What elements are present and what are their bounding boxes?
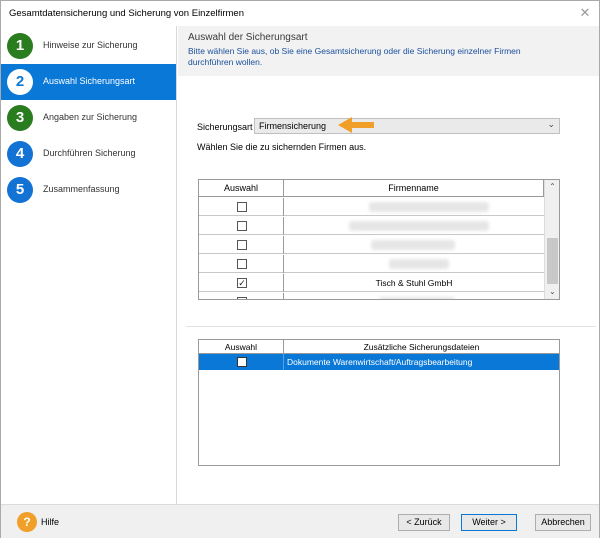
step-label: Angaben zur Sicherung — [43, 112, 138, 122]
step-label: Auswahl Sicherungsart — [43, 76, 136, 86]
step-angaben[interactable]: 3 Angaben zur Sicherung — [1, 100, 176, 136]
firm-name: Tisch & Stuhl GmbH — [375, 278, 453, 288]
step-number-badge: 3 — [7, 105, 33, 131]
window-title: Gesamtdatensicherung und Sicherung von E… — [9, 8, 244, 19]
table-header: Auswahl Zusätzliche Sicherungsdateien — [199, 340, 559, 354]
footer-bar: ? Hilfe < Zurück Weiter > Abbrechen — [1, 504, 599, 538]
title-bar: Gesamtdatensicherung und Sicherung von E… — [1, 1, 599, 25]
help-label[interactable]: Hilfe — [41, 517, 59, 527]
page-header: Auswahl der Sicherungsart Bitte wählen S… — [178, 26, 599, 76]
redacted-firm-name — [369, 202, 489, 212]
main-panel: Auswahl der Sicherungsart Bitte wählen S… — [178, 26, 599, 504]
step-zusammenfassung[interactable]: 5 Zusammenfassung — [1, 172, 176, 208]
step-label: Hinweise zur Sicherung — [43, 40, 138, 50]
row-checkbox[interactable] — [237, 357, 247, 367]
row-checkbox[interactable] — [237, 240, 247, 250]
vertical-scrollbar[interactable]: ⌃ ⌄ — [544, 180, 559, 299]
scroll-down-icon[interactable]: ⌄ — [545, 285, 559, 299]
table-row[interactable] — [199, 236, 544, 254]
back-button[interactable]: < Zurück — [398, 514, 450, 531]
step-number-badge: 2 — [7, 69, 33, 95]
step-number-badge: 5 — [7, 177, 33, 203]
firms-table: Auswahl Firmenname ✓ Tisch & Stuhl GmbH … — [198, 179, 560, 300]
column-header-firmenname[interactable]: Firmenname — [284, 180, 544, 197]
redacted-firm-name — [371, 240, 455, 250]
redacted-firm-name — [379, 297, 455, 299]
row-checkbox[interactable] — [237, 259, 247, 269]
checkmark-icon[interactable]: ✓ — [237, 278, 247, 288]
dialog-window: Gesamtdatensicherung und Sicherung von E… — [0, 0, 600, 538]
step-label: Zusammenfassung — [43, 184, 120, 194]
table-row[interactable]: ✓ Tisch & Stuhl GmbH — [199, 274, 544, 292]
cancel-button[interactable]: Abbrechen — [535, 514, 591, 531]
step-hinweise[interactable]: 1 Hinweise zur Sicherung — [1, 28, 176, 64]
page-description: Bitte wählen Sie aus, ob Sie eine Gesamt… — [188, 46, 521, 67]
pointer-arrow-icon — [338, 117, 374, 133]
row-checkbox[interactable] — [237, 221, 247, 231]
page-title: Auswahl der Sicherungsart — [188, 32, 308, 43]
table-row[interactable] — [199, 217, 544, 235]
step-number-badge: 4 — [7, 141, 33, 167]
wizard-steps-sidebar: 1 Hinweise zur Sicherung 2 Auswahl Siche… — [1, 26, 177, 504]
chevron-down-icon: ⌄ — [547, 119, 555, 129]
table-row-selected[interactable]: Dokumente Warenwirtschaft/Auftragsbearbe… — [199, 354, 559, 370]
extra-file-name: Dokumente Warenwirtschaft/Auftragsbearbe… — [287, 357, 473, 367]
scroll-thumb[interactable] — [547, 238, 558, 284]
row-checkbox[interactable] — [237, 202, 247, 212]
column-header-auswahl[interactable]: Auswahl — [199, 340, 284, 354]
next-button[interactable]: Weiter > — [461, 514, 517, 531]
redacted-firm-name — [349, 221, 489, 231]
step-durchfuehren[interactable]: 4 Durchführen Sicherung — [1, 136, 176, 172]
extra-files-table: Auswahl Zusätzliche Sicherungsdateien Do… — [198, 339, 560, 466]
table-header: Auswahl Firmenname — [199, 180, 544, 197]
backup-type-value: Firmensicherung — [259, 121, 327, 131]
column-header-zusaetzliche-dateien[interactable]: Zusätzliche Sicherungsdateien — [284, 340, 559, 354]
backup-type-label: Sicherungsart — [197, 122, 253, 132]
table-row[interactable] — [199, 293, 544, 299]
choose-firms-text: Wählen Sie die zu sichernden Firmen aus. — [197, 142, 367, 152]
table-row[interactable] — [199, 198, 544, 216]
column-header-auswahl[interactable]: Auswahl — [199, 180, 284, 197]
scroll-up-icon[interactable]: ⌃ — [545, 180, 559, 194]
redacted-firm-name — [389, 259, 449, 269]
backup-type-select[interactable]: Firmensicherung ⌄ — [254, 118, 560, 134]
section-divider — [186, 326, 596, 327]
help-icon[interactable]: ? — [17, 512, 37, 532]
step-number-badge: 1 — [7, 33, 33, 59]
step-label: Durchführen Sicherung — [43, 148, 136, 158]
close-icon[interactable]: ✕ — [575, 3, 595, 23]
table-row[interactable] — [199, 255, 544, 273]
step-auswahl-sicherungsart[interactable]: 2 Auswahl Sicherungsart — [1, 64, 176, 100]
row-checkbox[interactable] — [237, 297, 247, 299]
